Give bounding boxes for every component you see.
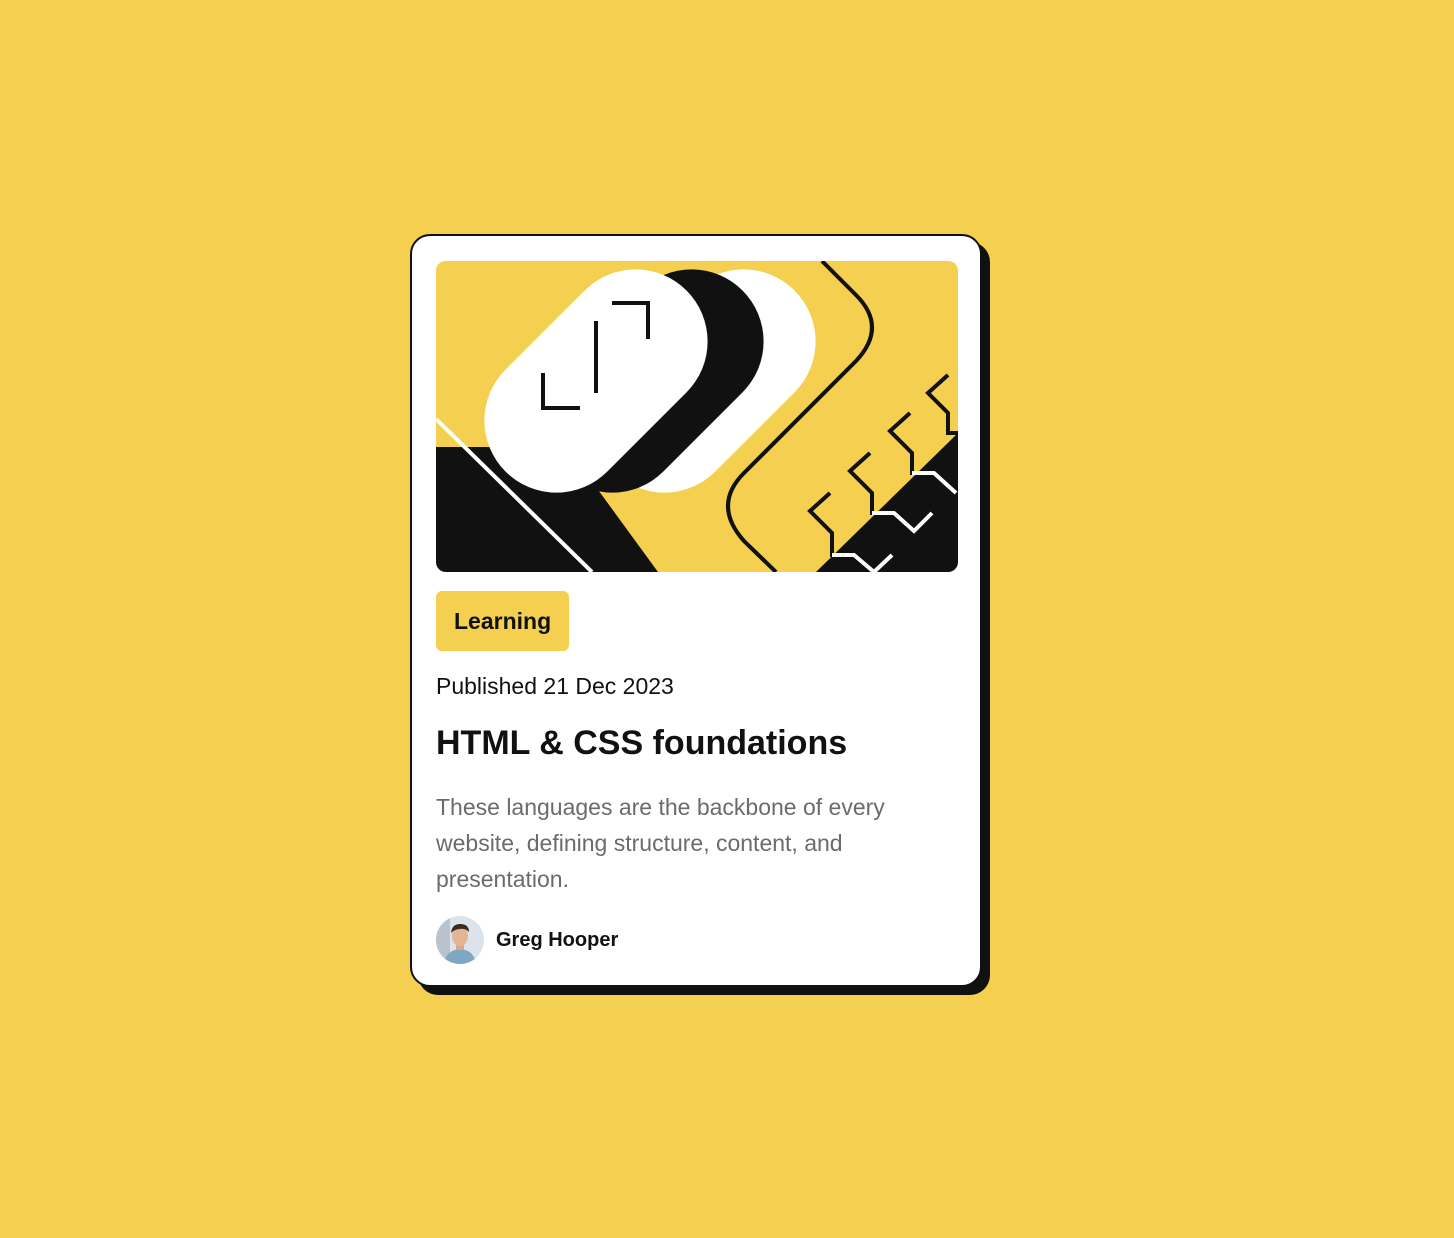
card-description: These languages are the backbone of ever… xyxy=(436,794,885,892)
abstract-code-illustration-icon xyxy=(436,261,958,572)
person-avatar-icon xyxy=(436,916,484,964)
category-badge[interactable]: Learning xyxy=(436,591,570,651)
author: Greg Hooper xyxy=(436,916,618,964)
illustration-image xyxy=(436,261,958,572)
blog-preview-card: Learning Published 21 Dec 2023 HTML & CS… xyxy=(410,234,982,987)
author-name[interactable]: Greg Hooper xyxy=(496,929,618,952)
published-date: Published 21 Dec 2023 xyxy=(436,673,674,699)
card-title[interactable]: HTML & CSS foundations xyxy=(436,724,847,763)
